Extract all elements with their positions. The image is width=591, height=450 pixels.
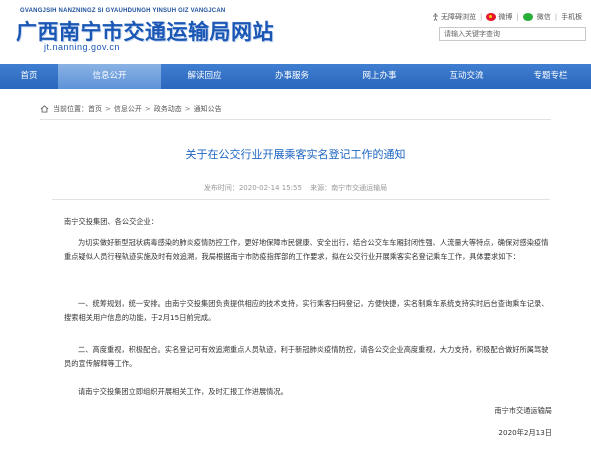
- main-nav: 首页 信息公开 解读回应 办事服务 网上办事 互动交流 专题专栏: [0, 64, 591, 89]
- nav-item-info-disclosure[interactable]: 信息公开: [58, 64, 161, 89]
- publish-time: 2020-02-14 15:55: [238, 184, 302, 192]
- article-title: 关于在公交行业开展乘客实名登记工作的通知: [185, 148, 406, 161]
- article-paragraph-2: 一、统筹规划，统一安排。由南宁交投集团负责提供相应的技术支持，实行乘客扫码登记，…: [64, 299, 549, 322]
- nav-item-special-topics[interactable]: 专题专栏: [510, 64, 591, 89]
- link-divider: |: [554, 13, 558, 21]
- weibo-icon: [486, 13, 497, 21]
- meta-divider: [52, 199, 550, 200]
- breadcrumb-home[interactable]: 首页: [88, 104, 102, 114]
- breadcrumb-separator: >: [144, 105, 151, 113]
- wechat-link[interactable]: 微信: [522, 12, 551, 22]
- home-icon: [40, 105, 49, 113]
- nav-item-interpretation[interactable]: 解读回应: [161, 64, 248, 89]
- mobile-label: 手机板: [561, 13, 583, 21]
- breadcrumb-divider: [40, 119, 551, 120]
- breadcrumb-notices[interactable]: 通知公告: [194, 104, 222, 114]
- nav-item-home[interactable]: 首页: [0, 64, 58, 89]
- breadcrumb-gov-news[interactable]: 政务动态: [154, 104, 182, 114]
- article-meta: 发布时间：2020-02-14 15:55 来源：南宁市交通运输局: [0, 183, 591, 193]
- site-url: jt.nanning.gov.cn: [44, 42, 120, 52]
- source-label: 来源：: [310, 184, 332, 192]
- accessibility-icon: [433, 13, 438, 21]
- publish-label: 发布时间：: [203, 184, 239, 192]
- wechat-icon: [522, 13, 533, 21]
- link-divider: |: [516, 13, 519, 21]
- barrier-free-link[interactable]: 无障碍浏览: [432, 12, 476, 22]
- nav-item-online-services[interactable]: 网上办事: [336, 64, 423, 89]
- article-paragraph-1: 为切实做好新型冠状病毒感染的肺炎疫情防控工作，更好地保障市民健康、安全出行，结合…: [64, 238, 549, 261]
- breadcrumb-separator: >: [105, 105, 111, 113]
- top-links: 无障碍浏览 | 微博 | 微信 | 手机板: [432, 11, 582, 23]
- wechat-label: 微信: [536, 13, 551, 21]
- weibo-label: 微博: [498, 13, 513, 21]
- mobile-link[interactable]: 手机板: [561, 12, 582, 22]
- article-salutation: 南宁交投集团、各公交企业：: [64, 217, 159, 226]
- source-value: 南宁市交通运输局: [331, 184, 388, 192]
- search-input[interactable]: 请输入关键字查询: [439, 27, 586, 41]
- breadcrumb: 当前位置： 首页 > 信息公开 > 政务动态 > 通知公告: [40, 104, 222, 114]
- breadcrumb-separator: >: [184, 105, 191, 113]
- nav-item-interaction[interactable]: 互动交流: [423, 64, 510, 89]
- breadcrumb-label: 当前位置：: [53, 105, 88, 113]
- breadcrumb-info-disclosure[interactable]: 信息公开: [114, 104, 142, 114]
- barrier-free-label: 无障碍浏览: [441, 13, 476, 21]
- weibo-link[interactable]: 微博: [486, 12, 512, 22]
- article-date: 2020年2月13日: [498, 428, 552, 437]
- site-header: GVANGJSIH NANZNINGZ SI GYAUHDUNGH YINSUH…: [0, 0, 591, 62]
- article-signature: 南宁市交通运输局: [494, 406, 552, 415]
- article-paragraph-4: 请南宁交投集团立即组织开展相关工作，及时汇报工作进展情况。: [78, 387, 288, 396]
- link-divider: |: [480, 13, 483, 21]
- article-paragraph-3: 二、高度重视，积极配合。实名登记可有效追溯重点人员轨迹，利于新冠肺炎疫情防控，请…: [64, 345, 549, 368]
- logo-pinyin: GVANGJSIH NANZNINGZ SI GYAUHDUNGH YINSUH…: [20, 8, 226, 14]
- nav-item-services[interactable]: 办事服务: [248, 64, 336, 89]
